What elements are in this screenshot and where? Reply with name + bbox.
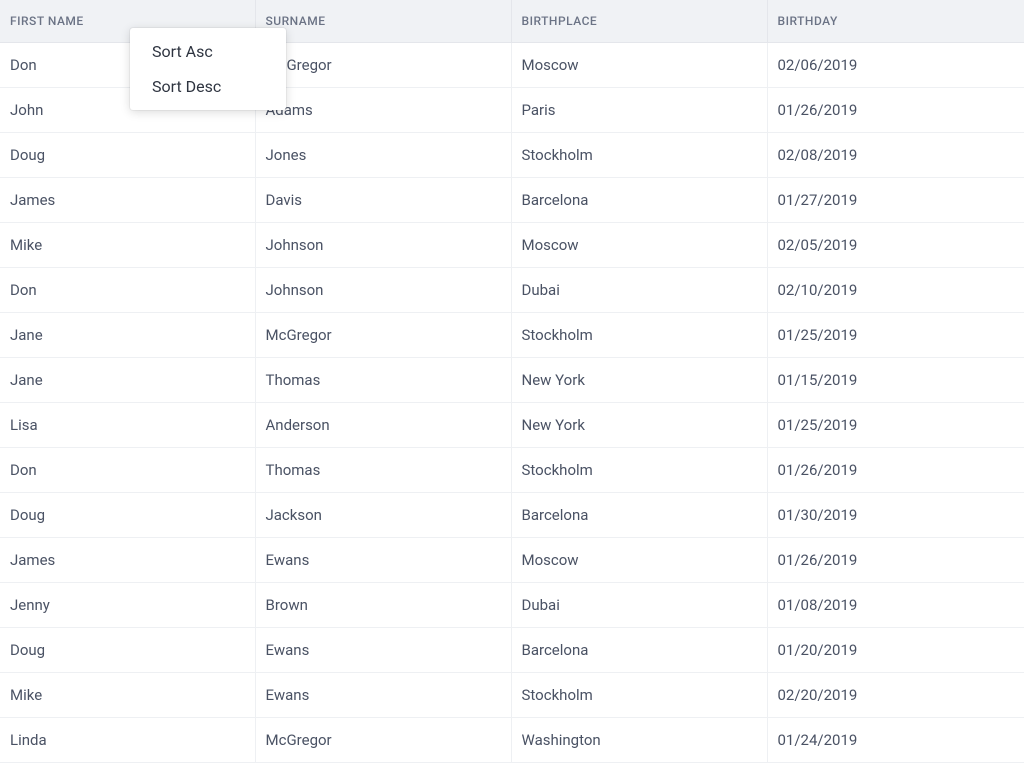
cell-birthplace[interactable]: Moscow — [511, 538, 767, 583]
cell-surname[interactable]: Thomas — [255, 448, 511, 493]
cell-firstname[interactable]: Doug — [0, 493, 255, 538]
cell-birthplace[interactable]: Dubai — [511, 583, 767, 628]
cell-surname[interactable]: Johnson — [255, 268, 511, 313]
cell-birthday[interactable]: 01/26/2019 — [767, 88, 1024, 133]
table-row[interactable]: JaneMcGregorStockholm01/25/2019 — [0, 313, 1024, 358]
cell-birthplace[interactable]: Stockholm — [511, 448, 767, 493]
cell-firstname[interactable]: Don — [0, 448, 255, 493]
cell-birthday[interactable]: 01/15/2019 — [767, 358, 1024, 403]
cell-surname[interactable]: Ewans — [255, 538, 511, 583]
cell-birthplace[interactable]: New York — [511, 403, 767, 448]
cell-firstname[interactable]: Lisa — [0, 403, 255, 448]
cell-surname[interactable]: Brown — [255, 583, 511, 628]
cell-surname[interactable]: Jackson — [255, 493, 511, 538]
table-row[interactable]: JennyBrownDubai01/08/2019 — [0, 583, 1024, 628]
cell-firstname[interactable]: Linda — [0, 718, 255, 763]
column-header-birthday[interactable]: BIRTHDAY — [767, 0, 1024, 43]
cell-birthplace[interactable]: Washington — [511, 718, 767, 763]
sort-desc-option[interactable]: Sort Desc — [130, 69, 286, 104]
cell-firstname[interactable]: Mike — [0, 223, 255, 268]
table-row[interactable]: MikeEwansStockholm02/20/2019 — [0, 673, 1024, 718]
cell-birthday[interactable]: 01/26/2019 — [767, 538, 1024, 583]
cell-surname[interactable]: Ewans — [255, 673, 511, 718]
cell-birthday[interactable]: 01/26/2019 — [767, 448, 1024, 493]
cell-birthday[interactable]: 02/10/2019 — [767, 268, 1024, 313]
cell-firstname[interactable]: Doug — [0, 628, 255, 673]
table-row[interactable]: MikeJohnsonMoscow02/05/2019 — [0, 223, 1024, 268]
table-body: DonMcGregorMoscow02/06/2019JohnAdamsPari… — [0, 43, 1024, 763]
cell-birthday[interactable]: 02/06/2019 — [767, 43, 1024, 88]
cell-firstname[interactable]: Jenny — [0, 583, 255, 628]
cell-surname[interactable]: Anderson — [255, 403, 511, 448]
column-header-birthplace[interactable]: BIRTHPLACE — [511, 0, 767, 43]
table-row[interactable]: JamesDavisBarcelona01/27/2019 — [0, 178, 1024, 223]
cell-birthplace[interactable]: Stockholm — [511, 673, 767, 718]
cell-birthplace[interactable]: Barcelona — [511, 493, 767, 538]
cell-firstname[interactable]: James — [0, 538, 255, 583]
table-row[interactable]: DougJonesStockholm02/08/2019 — [0, 133, 1024, 178]
cell-birthday[interactable]: 02/20/2019 — [767, 673, 1024, 718]
cell-birthday[interactable]: 01/08/2019 — [767, 583, 1024, 628]
data-table-container: FIRST NAME SURNAME BIRTHPLACE BIRTHDAY D… — [0, 0, 1024, 768]
cell-surname[interactable]: McGregor — [255, 718, 511, 763]
cell-birthplace[interactable]: Moscow — [511, 43, 767, 88]
cell-surname[interactable]: McGregor — [255, 313, 511, 358]
cell-firstname[interactable]: Don — [0, 268, 255, 313]
cell-firstname[interactable]: Doug — [0, 133, 255, 178]
table-row[interactable]: LisaAndersonNew York01/25/2019 — [0, 403, 1024, 448]
cell-birthday[interactable]: 01/24/2019 — [767, 718, 1024, 763]
cell-surname[interactable]: Ewans — [255, 628, 511, 673]
cell-birthday[interactable]: 01/25/2019 — [767, 403, 1024, 448]
cell-birthplace[interactable]: Moscow — [511, 223, 767, 268]
cell-birthday[interactable]: 01/20/2019 — [767, 628, 1024, 673]
cell-birthplace[interactable]: Paris — [511, 88, 767, 133]
data-table: FIRST NAME SURNAME BIRTHPLACE BIRTHDAY D… — [0, 0, 1024, 763]
cell-birthplace[interactable]: Barcelona — [511, 178, 767, 223]
cell-firstname[interactable]: Jane — [0, 358, 255, 403]
table-row[interactable]: JaneThomasNew York01/15/2019 — [0, 358, 1024, 403]
table-row[interactable]: DonJohnsonDubai02/10/2019 — [0, 268, 1024, 313]
column-header-surname[interactable]: SURNAME — [255, 0, 511, 43]
cell-birthplace[interactable]: Stockholm — [511, 313, 767, 358]
cell-birthday[interactable]: 02/08/2019 — [767, 133, 1024, 178]
cell-birthplace[interactable]: Stockholm — [511, 133, 767, 178]
cell-birthplace[interactable]: Barcelona — [511, 628, 767, 673]
cell-birthday[interactable]: 01/27/2019 — [767, 178, 1024, 223]
table-row[interactable]: LindaMcGregorWashington01/24/2019 — [0, 718, 1024, 763]
cell-surname[interactable]: McGregor — [255, 43, 511, 88]
cell-birthday[interactable]: 02/05/2019 — [767, 223, 1024, 268]
sort-asc-option[interactable]: Sort Asc — [130, 34, 286, 69]
cell-surname[interactable]: Johnson — [255, 223, 511, 268]
cell-surname[interactable]: Adams — [255, 88, 511, 133]
cell-surname[interactable]: Jones — [255, 133, 511, 178]
cell-surname[interactable]: Thomas — [255, 358, 511, 403]
cell-surname[interactable]: Davis — [255, 178, 511, 223]
cell-birthplace[interactable]: New York — [511, 358, 767, 403]
table-row[interactable]: DougJacksonBarcelona01/30/2019 — [0, 493, 1024, 538]
cell-birthday[interactable]: 01/25/2019 — [767, 313, 1024, 358]
cell-birthday[interactable]: 01/30/2019 — [767, 493, 1024, 538]
cell-firstname[interactable]: James — [0, 178, 255, 223]
table-row[interactable]: JamesEwansMoscow01/26/2019 — [0, 538, 1024, 583]
table-row[interactable]: DonThomasStockholm01/26/2019 — [0, 448, 1024, 493]
cell-firstname[interactable]: Jane — [0, 313, 255, 358]
table-row[interactable]: DougEwansBarcelona01/20/2019 — [0, 628, 1024, 673]
cell-birthplace[interactable]: Dubai — [511, 268, 767, 313]
sort-context-menu: Sort Asc Sort Desc — [130, 28, 286, 110]
cell-firstname[interactable]: Mike — [0, 673, 255, 718]
